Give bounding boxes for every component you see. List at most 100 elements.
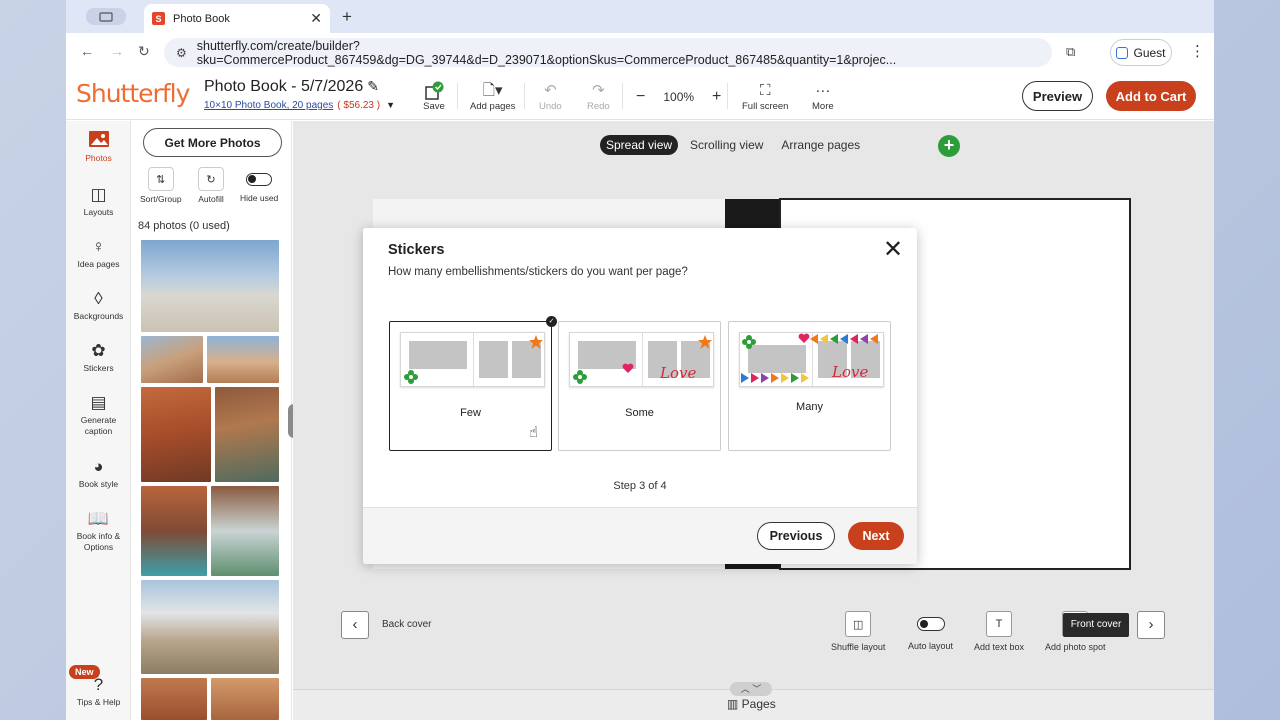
sidebar-item-tips-help[interactable]: ? Tips & Help [66, 673, 131, 708]
next-button[interactable]: Next [848, 522, 904, 550]
close-tab-icon[interactable]: ✕ [310, 10, 322, 27]
expand-pages-chevron-icon[interactable]: ︿ ﹀ [730, 682, 772, 696]
autofill-button[interactable]: ↻ Autofill [198, 167, 224, 204]
pages-icon: ▥ [727, 697, 742, 711]
pennant-banner-top-icon [810, 334, 878, 344]
sidebar-item-layouts[interactable]: ◫ Layouts [66, 183, 131, 218]
undo-button[interactable]: ↶ Undo [539, 81, 562, 112]
new-tab-icon[interactable]: + [342, 7, 352, 27]
tab-strip: S Photo Book ✕ + [66, 0, 1214, 33]
sidebar-label: Idea pages [77, 259, 120, 269]
flower-sticker-icon [404, 370, 418, 384]
full-screen-icon: ⛶ [759, 82, 771, 99]
back-cover-label: Back cover [382, 619, 432, 630]
hide-used-label: Hide used [240, 193, 279, 203]
text-box-icon: T [986, 611, 1013, 637]
pages-label: Pages [741, 697, 776, 711]
project-title[interactable]: Photo Book - 5/7/2026 ✎ [204, 78, 379, 96]
add-photo-spot-label: Add photo spot [1045, 642, 1106, 652]
site-info-icon[interactable]: ⚙ [176, 46, 187, 60]
star-sticker-icon [698, 335, 712, 349]
zoom-in-icon[interactable]: + [712, 88, 721, 106]
redo-button[interactable]: ↷ Redo [587, 81, 610, 112]
add-to-cart-button[interactable]: Add to Cart [1106, 81, 1196, 111]
open-book-icon: 📖 [87, 509, 110, 528]
more-label: More [812, 101, 834, 112]
heart-sticker-icon [622, 363, 634, 373]
tab-scrolling-view[interactable]: Scrolling view [684, 135, 769, 155]
previous-button[interactable]: Previous [757, 522, 835, 550]
shutterfly-logo[interactable]: Shutterfly [76, 79, 190, 108]
auto-layout-toggle[interactable]: Auto layout [908, 611, 953, 651]
tab-arrange-pages[interactable]: Arrange pages [775, 135, 866, 155]
love-sticker-text: Love [660, 364, 697, 382]
sort-group-button[interactable]: ⇅ Sort/Group [140, 167, 182, 204]
undo-label: Undo [539, 101, 562, 112]
view-tabs: Spread view Scrolling view Arrange pages [600, 134, 872, 156]
photo-thumbnail[interactable] [207, 336, 279, 383]
more-dots-icon: ··· [815, 82, 831, 99]
shuffle-layout-button[interactable]: ◫ Shuffle layout [831, 611, 885, 652]
sidebar-item-generate-caption[interactable]: ▤ Generate caption [66, 391, 131, 436]
product-summary[interactable]: 10×10 Photo Book, 20 pages( $56.23 ) ▼ [204, 100, 395, 111]
droplet-icon: ◊ [94, 289, 103, 308]
sidebar-item-idea-pages[interactable]: ♀ Idea pages [66, 235, 131, 270]
more-button[interactable]: ··· More [812, 81, 834, 112]
project-title-text: Photo Book - 5/7/2026 [204, 78, 364, 95]
zoom-level: 100% [663, 90, 695, 104]
front-cover-button[interactable]: Front cover [1063, 613, 1129, 637]
photo-thumbnail[interactable] [141, 486, 207, 576]
zoom-out-icon[interactable]: − [636, 88, 645, 106]
next-page-arrow-icon[interactable]: › [1137, 611, 1165, 639]
sidebar-label: Book style [78, 479, 119, 489]
add-page-plus-icon[interactable]: + [938, 135, 960, 157]
photo-thumbnail[interactable] [215, 387, 279, 482]
sidebar-item-stickers[interactable]: ✿ Stickers [66, 339, 131, 374]
hide-used-toggle[interactable]: Hide used [240, 167, 278, 203]
option-few[interactable]: Few ✓ [389, 316, 557, 451]
previous-page-arrow-icon[interactable]: ‹ [341, 611, 369, 639]
photos-panel: Get More Photos ⇅ Sort/Group ↻ Autofill … [132, 121, 292, 720]
back-arrow-icon[interactable]: ← [80, 43, 94, 59]
option-some[interactable]: Love Some [558, 321, 721, 451]
sidebar-item-backgrounds[interactable]: ◊ Backgrounds [66, 287, 131, 322]
toggle-switch [916, 617, 945, 631]
add-pages-button[interactable]: 🗋▾ Add pages [470, 81, 515, 112]
browser-menu-icon[interactable]: ⋮ [1190, 42, 1205, 60]
close-icon[interactable]: ✕ [883, 238, 903, 262]
sidebar-item-photos[interactable]: Photos [66, 129, 131, 164]
install-app-icon[interactable]: ⧉ [1066, 44, 1075, 60]
tab-spread-view[interactable]: Spread view [600, 135, 679, 155]
chevron-down-icon[interactable]: ▼ [386, 100, 395, 110]
product-price: ( $56.23 ) [337, 100, 381, 111]
photo-thumbnail[interactable] [211, 486, 279, 576]
autofill-icon: ↻ [198, 167, 224, 191]
address-bar[interactable]: ⚙ shutterfly.com/create/builder?sku=Comm… [164, 38, 1052, 67]
toolbar-divider [457, 83, 458, 109]
edit-pencil-icon[interactable]: ✎ [367, 78, 379, 94]
app-header: Shutterfly Photo Book - 5/7/2026 ✎ 10×10 … [66, 71, 1214, 120]
get-more-photos-button[interactable]: Get More Photos [143, 128, 282, 157]
photo-thumbnail[interactable] [211, 678, 279, 720]
browser-tab[interactable]: S Photo Book ✕ [144, 4, 330, 33]
reload-icon[interactable]: ↻ [138, 43, 150, 60]
photo-thumbnail[interactable] [141, 678, 207, 720]
forward-arrow-icon[interactable]: → [110, 43, 124, 59]
tab-search-button[interactable] [86, 8, 126, 25]
option-many[interactable]: Love Many [728, 321, 891, 451]
lightbulb-icon: ♀ [92, 237, 105, 256]
photo-thumbnail[interactable] [141, 240, 279, 332]
add-pages-label: Add pages [470, 101, 516, 112]
preview-button[interactable]: Preview [1022, 81, 1093, 111]
full-screen-button[interactable]: ⛶ Full screen [742, 81, 788, 112]
add-text-box-button[interactable]: T Add text box [974, 611, 1024, 652]
profile-button[interactable]: Guest [1110, 39, 1172, 66]
sidebar-item-book-style[interactable]: ◕ Book style [66, 455, 131, 490]
photo-thumbnail[interactable] [141, 387, 211, 482]
save-button[interactable]: Save [423, 81, 445, 112]
pages-button[interactable]: ▥ Pages [727, 697, 776, 711]
photo-thumbnail[interactable] [141, 580, 279, 674]
step-indicator: Step 3 of 4 [613, 480, 667, 492]
photo-thumbnail[interactable] [141, 336, 203, 383]
sidebar-item-book-info[interactable]: 📖 Book info & Options [66, 507, 131, 552]
